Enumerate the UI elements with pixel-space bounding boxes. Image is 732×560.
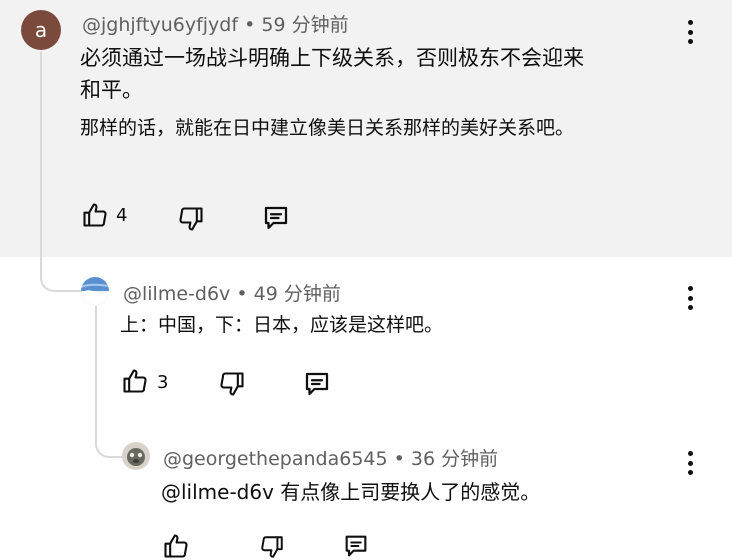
separator-dot: • xyxy=(393,448,405,470)
dislike-button[interactable] xyxy=(177,205,205,233)
more-dot xyxy=(687,39,693,44)
comment-header: @lilme-d6v • 49 分钟前 xyxy=(123,279,341,306)
thumb-down-icon xyxy=(220,372,244,396)
like-count: 4 xyxy=(116,205,128,226)
comment-text: 上：中国，下：日本，应该是这样吧。 xyxy=(120,314,444,336)
reply-comment-icon xyxy=(305,372,329,396)
avatar-letter: a xyxy=(34,18,48,42)
reply-comment-icon xyxy=(264,206,288,230)
reply-button[interactable] xyxy=(261,203,291,233)
dislike-button[interactable] xyxy=(218,370,246,398)
author-handle[interactable]: @georgethepanda6545 xyxy=(163,448,388,470)
more-vertical-icon xyxy=(687,451,693,456)
more-options-button[interactable] xyxy=(685,451,695,475)
comment-translation: 那样的话，就能在日中建立像美日关系那样的美好关系吧。 xyxy=(80,117,575,139)
reply-comment-icon xyxy=(345,535,367,557)
like-count: 3 xyxy=(157,372,169,393)
comment-text-line: 必须通过一场战斗明确上下级关系，否则极东不会迎来 xyxy=(80,46,584,70)
comment-text: 必须通过一场战斗明确上下级关系，否则极东不会迎来 和平。 xyxy=(80,42,680,106)
thumb-down-icon xyxy=(261,536,283,558)
avatar[interactable]: a xyxy=(21,10,61,50)
author-handle[interactable]: @lilme-d6v xyxy=(123,283,230,305)
more-dot xyxy=(687,470,693,475)
thumb-down-icon xyxy=(179,207,203,231)
separator-dot: • xyxy=(244,14,256,36)
thread-line-1 xyxy=(40,52,82,292)
separator-dot: • xyxy=(236,283,248,305)
avatar[interactable] xyxy=(81,277,109,305)
more-vertical-icon xyxy=(687,286,693,291)
comment-time[interactable]: 36 分钟前 xyxy=(411,448,498,470)
more-dot xyxy=(687,295,693,301)
comment-header: @jghjftyu6yfjydf • 59 分钟前 xyxy=(82,10,349,37)
reply-button[interactable] xyxy=(302,369,332,399)
comment-text: @lilme-d6v 有点像上司要换人了的感觉。 xyxy=(161,480,541,504)
author-handle[interactable]: @jghjftyu6yfjydf xyxy=(82,14,238,36)
more-dot xyxy=(687,460,693,466)
reply-button[interactable] xyxy=(342,532,370,560)
thumb-up-icon xyxy=(164,534,188,558)
more-dot xyxy=(687,305,693,310)
comment-text-line: 和平。 xyxy=(80,78,143,102)
more-options-button[interactable] xyxy=(685,286,695,310)
comment-header: @georgethepanda6545 • 36 分钟前 xyxy=(163,444,498,471)
more-options-button[interactable] xyxy=(685,20,695,44)
thumb-up-icon xyxy=(123,369,147,393)
avatar[interactable] xyxy=(122,442,150,470)
like-button[interactable] xyxy=(121,367,149,395)
avatar-image xyxy=(122,442,150,470)
thumb-up-icon xyxy=(83,203,107,227)
avatar-image xyxy=(81,277,109,305)
like-button[interactable] xyxy=(81,201,109,229)
more-dot xyxy=(687,29,693,35)
more-vertical-icon xyxy=(687,20,693,25)
comment-time[interactable]: 59 分钟前 xyxy=(261,14,348,36)
comment-time[interactable]: 49 分钟前 xyxy=(254,283,341,305)
dislike-button[interactable] xyxy=(259,534,285,560)
thread-line-2 xyxy=(95,306,123,458)
like-button[interactable] xyxy=(162,532,190,560)
